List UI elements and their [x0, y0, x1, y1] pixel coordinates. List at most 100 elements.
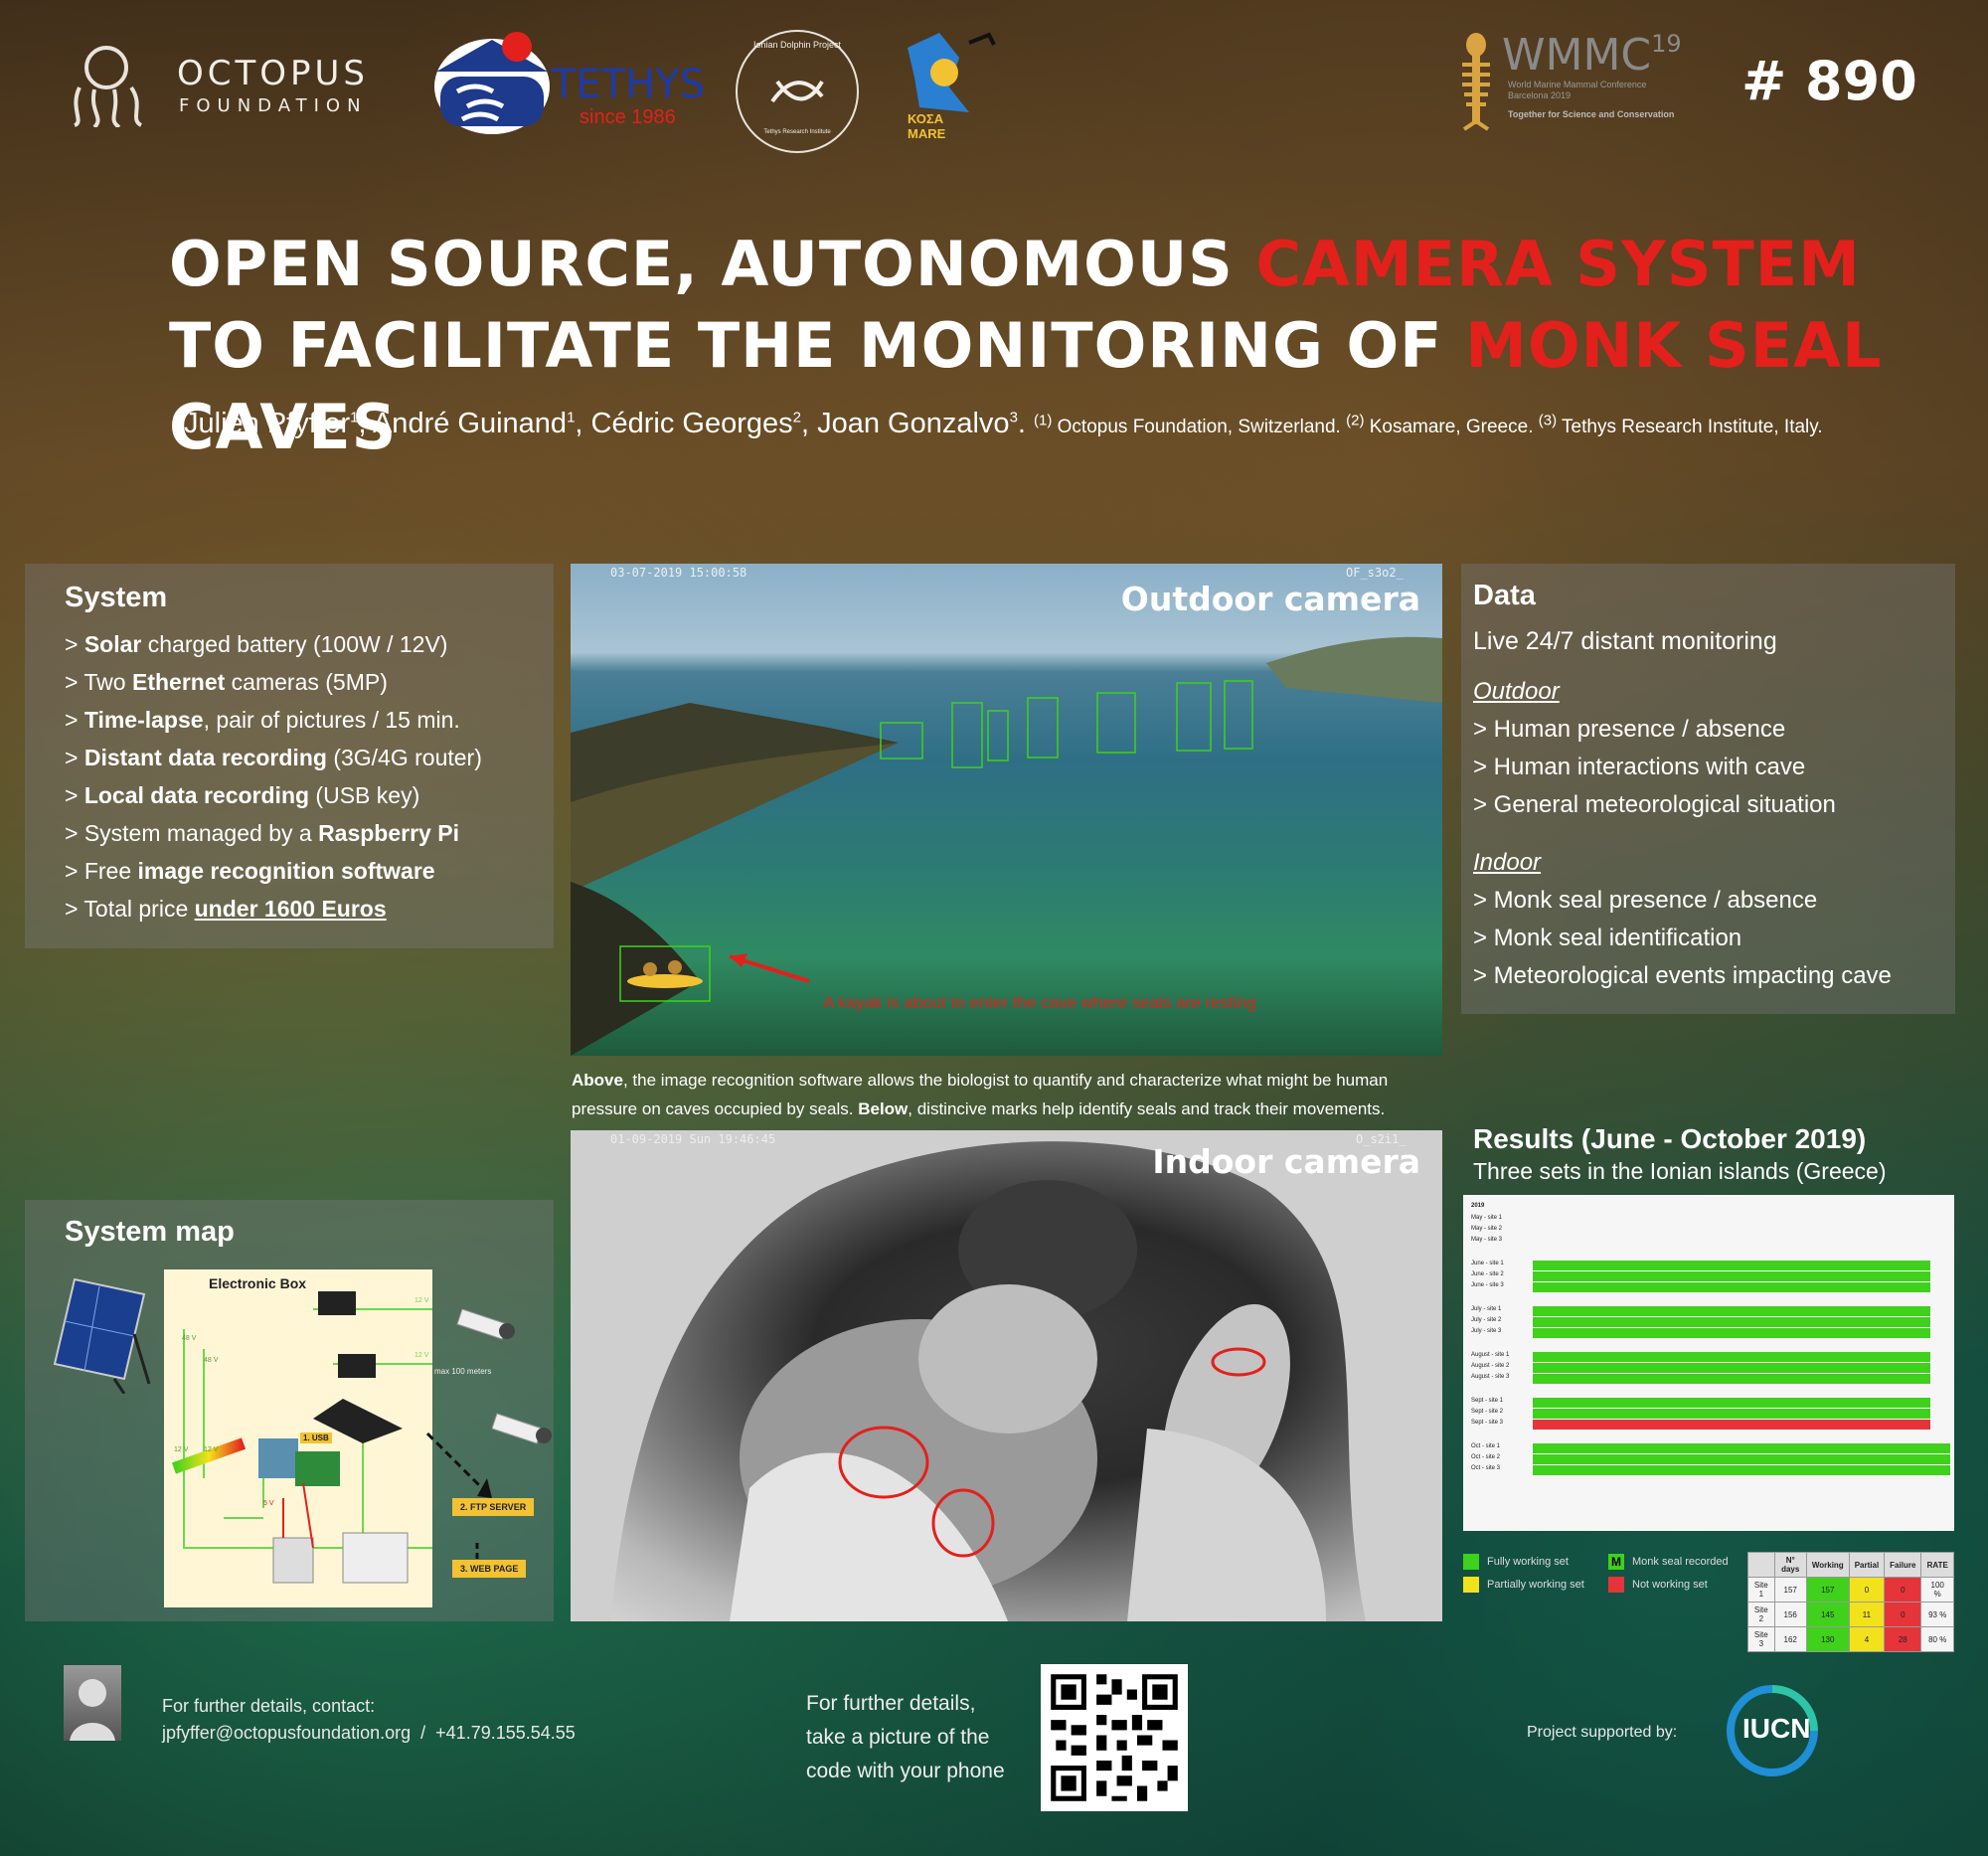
grid-row-label: May - site 1: [1471, 1215, 1503, 1221]
legend-green-swatch: [1463, 1554, 1479, 1570]
table-row: Site 3 162 130 4 28 80 %: [1747, 1626, 1954, 1652]
wmmc-logo: WMMC19 World Marine Mammal Conference Ba…: [1456, 30, 1715, 139]
data-indoor-head: Indoor: [1473, 849, 1542, 876]
dolphin-ring-icon: [770, 80, 824, 103]
grid-row-label: Oct - site 2: [1471, 1454, 1501, 1460]
tethys-logo: TETHYS since 1986: [432, 32, 711, 136]
grid-row-bar: [1533, 1420, 1930, 1430]
label-5v: 5 V: [263, 1500, 274, 1507]
contact-avatar: [64, 1665, 121, 1741]
qr-line-2: take a picture of the: [806, 1726, 990, 1749]
qr-line-3: code with your phone: [806, 1760, 1005, 1782]
data-outdoor-item: > General meteorological situation: [1473, 791, 1836, 818]
legend-partial: Partially working set: [1463, 1577, 1584, 1593]
indoor-camera-label: Indoor camera: [1152, 1142, 1420, 1181]
outdoor-camera-id: OF_s3o2_: [1346, 566, 1404, 580]
results-subheading: Three sets in the Ionian islands (Greece…: [1473, 1158, 1887, 1184]
data-intro: Live 24/7 distant monitoring: [1473, 627, 1777, 655]
outdoor-scene: [571, 636, 1442, 1056]
caption-below-text: , distincive marks help identify seals a…: [908, 1099, 1386, 1118]
author-2: André Guinand: [372, 408, 568, 439]
data-indoor-item: > Meteorological events impacting cave: [1473, 962, 1892, 989]
person-icon: [70, 1679, 115, 1741]
grid-row-bar: [1533, 1443, 1950, 1453]
data-indoor: Indoor > Monk seal presence / absence > …: [1473, 844, 1892, 995]
grid-row-label: June - site 3: [1471, 1282, 1504, 1288]
caption-above-bold: Above: [572, 1071, 623, 1090]
kosamare-logo: ΚΟΣΑ MARE: [900, 28, 999, 147]
contact-phone[interactable]: +41.79.155.54.55: [435, 1723, 576, 1743]
ftp-server-label: 2. FTP SERVER: [452, 1498, 535, 1516]
legend-fully: Fully working set: [1463, 1554, 1569, 1570]
kosamare-text: ΚΟΣΑ MARE: [908, 111, 946, 141]
author-1-sup: 1: [350, 409, 359, 426]
title-line-1: OPEN SOURCE, AUTONOMOUS CAMERA SYSTEM: [169, 224, 1918, 305]
octopus-icon: [73, 46, 143, 127]
octopus-foundation-logo: OCTOPUS FOUNDATION: [60, 38, 403, 127]
title-line2-red: MONK SEAL: [1465, 309, 1883, 382]
legend-yellow-swatch: [1463, 1577, 1479, 1593]
title-line1-white: OPEN SOURCE, AUTONOMOUS: [169, 228, 1256, 300]
system-map-heading: System map: [65, 1216, 235, 1248]
data-outdoor: Outdoor > Human presence / absence > Hum…: [1473, 673, 1836, 824]
grid-row-label: July - site 2: [1471, 1317, 1502, 1323]
affiliation-3: Tethys Research Institute, Italy.: [1562, 417, 1823, 437]
author-4-sup: 3: [1009, 409, 1018, 426]
grid-row-label: June - site 2: [1471, 1271, 1504, 1277]
aff-3-sup: (3): [1538, 412, 1558, 429]
contact-email[interactable]: jpfyffer@octopusfoundation.org: [162, 1723, 411, 1743]
data-indoor-item: > Monk seal identification: [1473, 925, 1742, 951]
usb-label: 1. USB: [300, 1433, 332, 1443]
wiring-diagram: [171, 1291, 432, 1584]
authors-line: Julien Pfyffer1, André Guinand1, Cédric …: [184, 408, 1823, 439]
author-3: Cédric Georges: [590, 408, 793, 439]
system-heading: System: [65, 582, 168, 613]
system-item: > Solar charged battery (100W / 12V): [65, 631, 448, 657]
affiliation-1: Octopus Foundation, Switzerland.: [1057, 417, 1341, 437]
wmmc-year: 19: [1651, 30, 1682, 58]
indoor-scene: [571, 1130, 1442, 1621]
outdoor-camera-photo: 03-07-2019 15:00:58 OF_s3o2_ Outdoor cam…: [571, 564, 1442, 1056]
grid-row-label: August - site 2: [1471, 1363, 1510, 1369]
system-item: > Distant data recording (3G/4G router): [65, 745, 482, 770]
solar-panel-icon: [53, 1277, 151, 1394]
photo-caption: Above, the image recognition software al…: [572, 1066, 1446, 1123]
results-stats-table: N° days Working Partial Failure RATE Site 11…: [1747, 1552, 1954, 1652]
indoor-camera-photo: 01-09-2019 Sun 19:46:45 O_s2i1_ Indoor c…: [571, 1130, 1442, 1621]
grid-row-label: May - site 2: [1471, 1226, 1503, 1232]
grid-row-label: Sept - site 3: [1471, 1420, 1504, 1426]
legend-seal-swatch: M: [1608, 1554, 1624, 1570]
octopus-line1: OCTOPUS: [177, 54, 370, 93]
camera-icon: [456, 1308, 515, 1340]
ionian-sub: Tethys Research Institute: [763, 129, 831, 135]
grid-row-bar: [1533, 1271, 1930, 1281]
outdoor-timestamp: 03-07-2019 15:00:58: [610, 566, 747, 580]
label-12v-c: 12 V: [174, 1446, 189, 1453]
label-12v-d: 12 V: [204, 1446, 219, 1453]
whale-skeleton-icon: [1462, 33, 1490, 131]
grid-row-bar: [1533, 1317, 1930, 1327]
grid-row-bar: [1533, 1363, 1930, 1373]
grid-row-bar: [1533, 1306, 1930, 1316]
title-line2-white-a: TO FACILITATE THE MONITORING OF: [169, 309, 1466, 382]
wmmc-name: WMMC: [1502, 30, 1652, 81]
dolphins-icon: [434, 39, 550, 134]
router-icon: [313, 1379, 323, 1389]
outdoor-camera-label: Outdoor camera: [1120, 580, 1420, 618]
author-2-sup: 1: [567, 409, 576, 426]
poster-number: # 890: [1741, 50, 1917, 112]
grid-row-bar: [1533, 1328, 1930, 1338]
system-item: > Total price under 1600 Euros: [65, 896, 387, 922]
ionian-dolphin-logo: Ionian Dolphin Project Tethys Research I…: [736, 30, 859, 153]
qr-line-1: For further details,: [806, 1692, 976, 1715]
kosamare-island-icon: [908, 32, 996, 112]
indoor-timestamp: 01-09-2019 Sun 19:46:45: [610, 1132, 776, 1146]
data-heading: Data: [1473, 580, 1536, 611]
web-page-label: 3. WEB PAGE: [452, 1560, 527, 1578]
system-map-panel: System map Electronic Box 48 V 48 V 12 V…: [25, 1200, 554, 1621]
stats-header-row: N° days Working Partial Failure RATE: [1747, 1552, 1954, 1578]
qr-code[interactable]: [1041, 1664, 1188, 1811]
system-item: > Two Ethernet cameras (5MP): [65, 669, 388, 695]
author-1: Julien Pfyffer: [184, 408, 351, 439]
data-outdoor-item: > Human interactions with cave: [1473, 754, 1806, 780]
